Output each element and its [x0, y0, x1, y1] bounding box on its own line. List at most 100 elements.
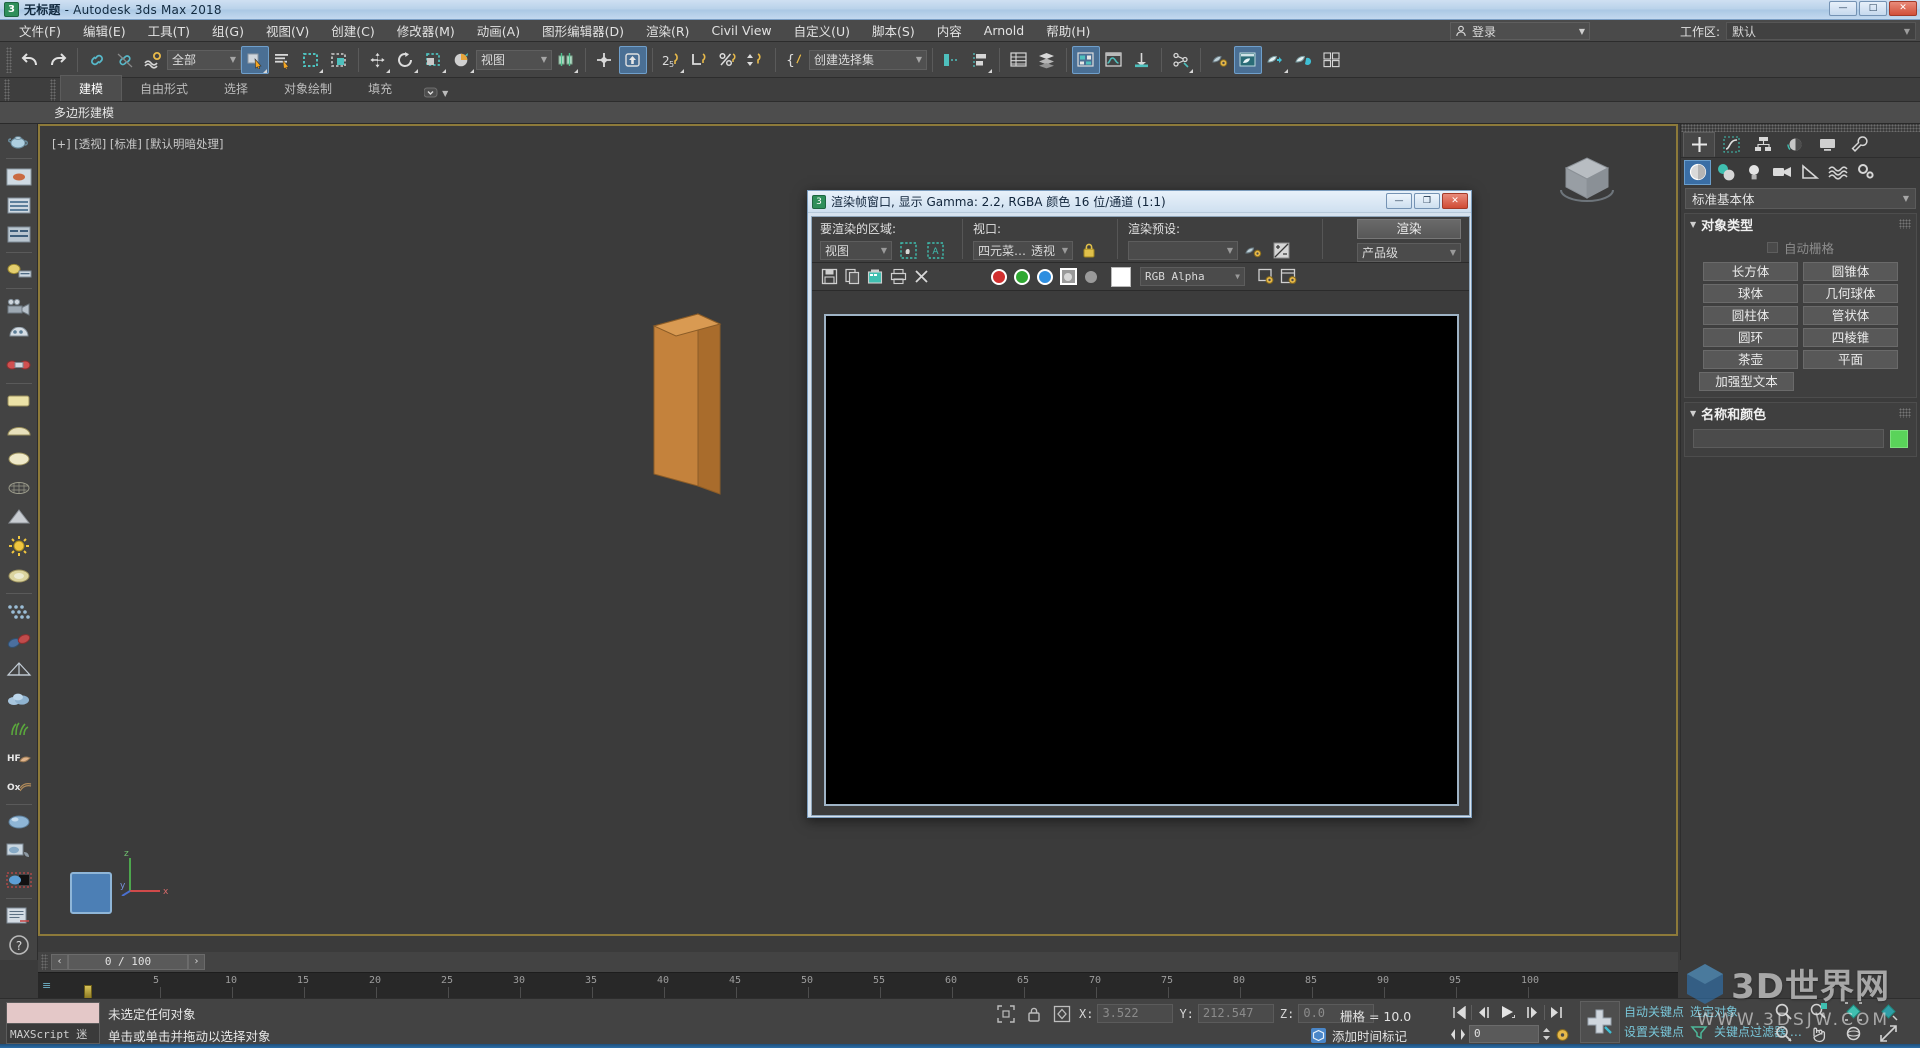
- set-key-button[interactable]: [1580, 1001, 1620, 1043]
- menu-group[interactable]: 组(G): [201, 18, 255, 43]
- viewport-dropdown[interactable]: 四元菜… 透视 ▼: [973, 241, 1073, 260]
- script-icon[interactable]: [3, 902, 35, 931]
- render-canvas[interactable]: [824, 314, 1459, 806]
- time-slider-grip[interactable]: [41, 954, 48, 970]
- maximize-viewport-icon[interactable]: [1871, 1023, 1905, 1044]
- next-frame-button[interactable]: [1523, 1002, 1542, 1022]
- x-coordinate-field[interactable]: 3.522: [1097, 1004, 1174, 1023]
- select-object-button[interactable]: [241, 45, 269, 74]
- cone-button[interactable]: 圆锥体: [1803, 262, 1898, 281]
- menu-file[interactable]: 文件(F): [8, 18, 72, 43]
- sphere-button[interactable]: 球体: [1703, 284, 1798, 303]
- close-button[interactable]: ✕: [1889, 1, 1917, 16]
- toolbar-grip[interactable]: [6, 46, 12, 73]
- play-animation-button[interactable]: [1495, 1002, 1521, 1022]
- next-frame-button[interactable]: ›: [188, 954, 205, 970]
- lock-icon[interactable]: [1078, 240, 1100, 261]
- menu-content[interactable]: 内容: [926, 18, 973, 43]
- menu-customize[interactable]: 自定义(U): [783, 18, 861, 43]
- window-crossing-button[interactable]: [325, 46, 353, 74]
- daylight-icon[interactable]: [3, 561, 35, 590]
- select-and-scale-button[interactable]: [420, 46, 448, 74]
- go-to-end-button[interactable]: [1547, 1002, 1566, 1022]
- duplicate-icon[interactable]: [1278, 266, 1300, 287]
- snaps-toggle-button[interactable]: 25: [658, 46, 686, 74]
- orbit-icon[interactable]: [1836, 1023, 1870, 1044]
- minimize-button[interactable]: —: [1829, 1, 1857, 16]
- render-level-dropdown[interactable]: 产品级 ▼: [1357, 243, 1461, 262]
- edit-region-button[interactable]: [897, 240, 919, 261]
- print-icon[interactable]: [887, 266, 909, 287]
- spinner-snap-toggle-button[interactable]: [742, 46, 770, 74]
- current-frame-display[interactable]: 0 / 100: [68, 954, 188, 970]
- cylinder-button[interactable]: 圆柱体: [1703, 306, 1798, 325]
- track-bar-filter-icon[interactable]: ≡: [42, 979, 51, 992]
- teapot-icon[interactable]: [3, 126, 35, 155]
- ribbon-grip-2[interactable]: [50, 79, 56, 101]
- autogrid-row[interactable]: 自动栅格: [1691, 238, 1910, 257]
- menu-scripting[interactable]: 脚本(S): [861, 18, 926, 43]
- render-button[interactable]: 渲染: [1357, 219, 1461, 239]
- light-lister-icon[interactable]: [3, 256, 35, 285]
- auto-key-button[interactable]: 自动关键点: [1624, 1003, 1684, 1020]
- fov-icon[interactable]: [1766, 1023, 1800, 1044]
- rectangular-selection-region-button[interactable]: [297, 46, 325, 74]
- edit-named-selection-sets-button[interactable]: {: [781, 46, 809, 74]
- save-icon[interactable]: [818, 266, 840, 287]
- help-icon[interactable]: ?: [3, 931, 35, 960]
- time-configuration-icon[interactable]: [1554, 1026, 1571, 1043]
- select-and-rotate-button[interactable]: [392, 46, 420, 74]
- autogrid-checkbox[interactable]: [1766, 242, 1778, 253]
- select-by-name-button[interactable]: [269, 46, 297, 74]
- selection-lock-toggle-icon[interactable]: [1023, 1003, 1045, 1024]
- scene-box-object[interactable]: [650, 286, 740, 516]
- box-button[interactable]: 长方体: [1703, 262, 1798, 281]
- cone-primitive-icon[interactable]: [3, 503, 35, 532]
- absolute-relative-toggle-icon[interactable]: [1051, 1003, 1073, 1024]
- add-time-tag-group[interactable]: 添加时间标记: [1310, 1026, 1407, 1045]
- render-setup-dialog-button[interactable]: [1243, 240, 1265, 261]
- select-and-place-button[interactable]: [448, 46, 476, 74]
- particle-array-icon[interactable]: [3, 597, 35, 626]
- command-panel-grip[interactable]: [1681, 124, 1920, 132]
- frame-number-field[interactable]: 0: [1469, 1025, 1539, 1043]
- environment-exposure-button[interactable]: [1270, 240, 1292, 261]
- undo-button[interactable]: [16, 46, 44, 74]
- previous-frame-button[interactable]: [1474, 1002, 1493, 1022]
- align-button[interactable]: [966, 46, 994, 74]
- space-warp-icon[interactable]: [1824, 160, 1851, 185]
- geometry-category[interactable]: [1684, 159, 1711, 185]
- rendered-frame-window[interactable]: 3 渲染帧窗口, 显示 Gamma: 2.2, RGBA 颜色 16 位/通道 …: [807, 190, 1472, 818]
- green-channel-icon[interactable]: [1011, 266, 1033, 287]
- redo-button[interactable]: [44, 46, 72, 74]
- channel-dropdown[interactable]: RGB Alpha ▼: [1140, 267, 1245, 286]
- render-preset-dropdown[interactable]: ▼: [1128, 241, 1238, 260]
- hand-icon[interactable]: [1801, 1023, 1835, 1044]
- key-filters-icon[interactable]: [1690, 1025, 1708, 1039]
- magnet-icon[interactable]: [3, 626, 35, 655]
- dome-primitive-icon[interactable]: [3, 416, 35, 445]
- menu-views[interactable]: 视图(V): [255, 18, 320, 43]
- material-browser-icon[interactable]: [3, 837, 35, 866]
- schematic-view-button[interactable]: [1128, 46, 1156, 74]
- create-tab[interactable]: [1683, 132, 1715, 157]
- previous-frame-button[interactable]: ‹: [51, 954, 68, 970]
- selection-filter-dropdown[interactable]: 全部 ▼: [167, 49, 241, 70]
- y-coordinate-field[interactable]: 212.547: [1197, 1004, 1274, 1023]
- workspace-selector[interactable]: 工作区: 默认 ▼: [1680, 22, 1916, 40]
- menu-edit[interactable]: 编辑(E): [72, 18, 137, 43]
- camera-icon[interactable]: [3, 292, 35, 321]
- menu-animation[interactable]: 动画(A): [466, 18, 531, 43]
- sphere-material-icon[interactable]: [3, 808, 35, 837]
- modify-tab[interactable]: [1715, 132, 1747, 157]
- close-x-icon[interactable]: [910, 266, 932, 287]
- audio-icon[interactable]: [3, 350, 35, 379]
- tube-button[interactable]: 管状体: [1803, 306, 1898, 325]
- zoom-all-icon[interactable]: [1801, 1001, 1835, 1022]
- unlink-selection-button[interactable]: [111, 46, 139, 74]
- track-bar[interactable]: ≡ 5 10 15 20 25 30 35 40 45 50 55 60 65 70 75 80 85 90 95 1…: [38, 972, 1678, 999]
- menu-rendering[interactable]: 渲染(R): [635, 18, 700, 43]
- menu-modifiers[interactable]: 修改器(M): [386, 18, 466, 43]
- name-and-color-rollout-header[interactable]: ▼ 名称和颜色: [1685, 403, 1916, 423]
- maxscript-mini-listener[interactable]: MAXScript 迷: [6, 1002, 100, 1044]
